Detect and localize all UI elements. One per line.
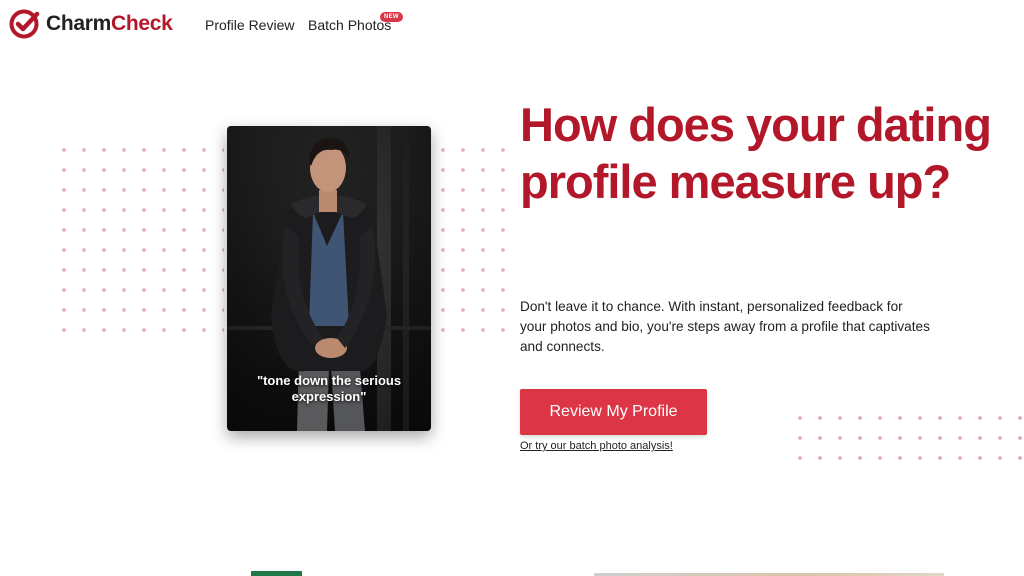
logo[interactable]: CharmCheck	[8, 8, 173, 40]
dot-pattern-left	[54, 140, 224, 332]
dot-pattern-right	[790, 408, 1024, 468]
batch-analysis-link[interactable]: Or try our batch photo analysis!	[520, 440, 673, 452]
check-circle-icon	[9, 9, 40, 39]
nav-batch-photos[interactable]: Batch Photos	[308, 17, 391, 33]
logo-text-check: Check	[111, 12, 173, 35]
new-badge: NEW	[380, 12, 403, 22]
logo-text-charm: Charm	[46, 12, 112, 35]
hero-title: How does your dating profile measure up?	[520, 98, 992, 208]
photo-feedback-caption: "tone down the serious expression"	[256, 373, 402, 404]
nav-profile-review[interactable]: Profile Review	[205, 17, 294, 33]
next-section-badge	[251, 571, 302, 576]
hero-description: Don't leave it to chance. With instant, …	[520, 299, 930, 354]
example-profile-photo: "tone down the serious expression"	[227, 126, 431, 431]
review-profile-button[interactable]: Review My Profile	[520, 389, 707, 435]
logo-text: CharmCheck	[46, 12, 173, 36]
dot-pattern-middle	[433, 140, 511, 332]
